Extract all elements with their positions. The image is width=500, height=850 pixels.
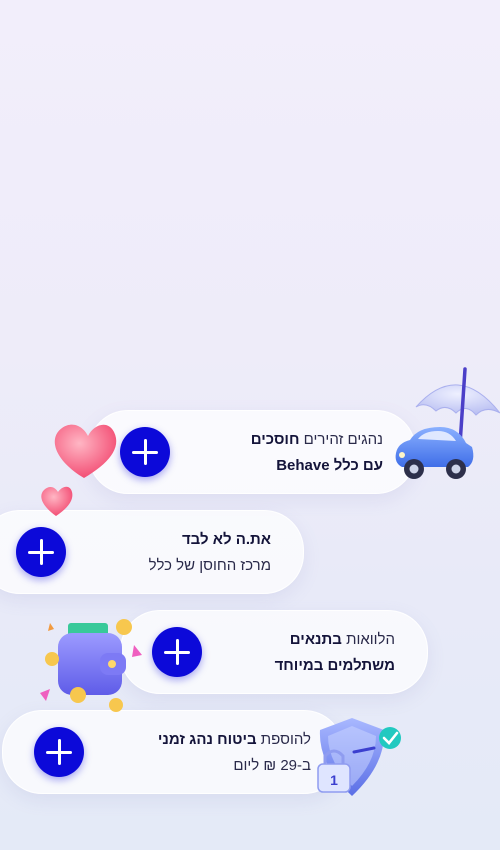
hearts-icon [41, 424, 117, 516]
card-temp-driver-line2: ב-29 ₪ ליום [233, 757, 311, 774]
card-behave-line1: נהגים זהירים חוסכים [250, 431, 383, 448]
card-resilience-line2: מרכז החוסן של כלל [148, 557, 271, 574]
wallet-coins-icon [40, 619, 142, 712]
card-resilience-line1: את.ה לא לבד [181, 531, 271, 548]
svg-text:1: 1 [330, 772, 338, 788]
shield-lock-icon: 1 [317, 718, 401, 796]
add-behave-button[interactable] [120, 427, 170, 477]
add-temp-driver-button[interactable] [34, 727, 84, 777]
car-umbrella-icon [395, 367, 500, 479]
card-behave-line2: עם כלל Behave [276, 457, 383, 474]
add-resilience-button[interactable] [16, 527, 66, 577]
card-loans-line2: משתלמים במיוחד [274, 657, 395, 674]
card-temp-driver-line1: להוספת ביטוח נהג זמני [157, 731, 311, 748]
page: { "cards": [ { "line1_pre": "נהגים זהירי… [0, 0, 500, 850]
add-loans-button[interactable] [152, 627, 202, 677]
card-loans-line1: הלוואות בתנאים [289, 631, 395, 648]
